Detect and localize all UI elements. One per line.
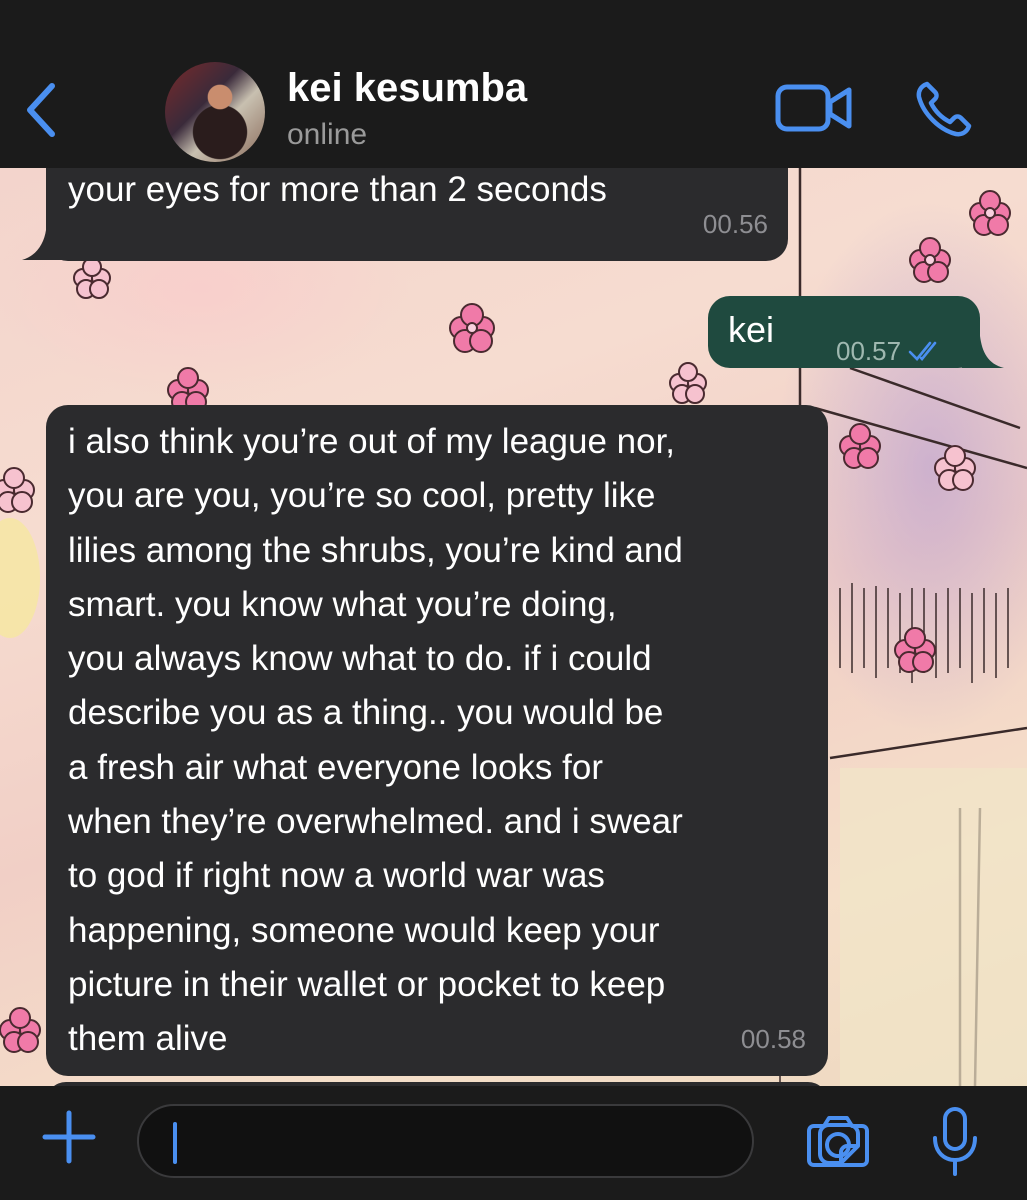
voice-call-button[interactable] [915, 80, 973, 138]
camera-button[interactable] [806, 1114, 870, 1168]
back-button[interactable] [22, 80, 62, 140]
message-text: kei [728, 309, 775, 350]
message-input[interactable] [137, 1104, 860, 1178]
video-camera-icon [775, 84, 852, 132]
video-call-button[interactable] [775, 82, 853, 134]
contact-status: online [287, 118, 368, 151]
message-time: 00.56 [702, 208, 768, 239]
camera-icon [807, 1116, 869, 1167]
message-bubble-incoming[interactable]: i also think you’re out of my league nor… [46, 405, 828, 1076]
bubble-tail [962, 336, 1004, 368]
message-bubble-outgoing[interactable]: kei 00.57 [708, 296, 980, 368]
microphone-icon [933, 1107, 977, 1176]
message-time: 00.58 [740, 1023, 806, 1054]
message-text: i also think you’re out of my league nor… [68, 422, 683, 1059]
message-bubble-incoming[interactable]: your eyes for more than 2 seconds 00.56 [46, 168, 788, 261]
text-caret [173, 1122, 177, 1164]
contact-name[interactable]: kei kesumba [287, 66, 527, 111]
phone-icon [916, 81, 972, 137]
composer-bar [0, 1086, 1027, 1200]
voice-message-button[interactable] [930, 1106, 980, 1178]
double-check-icon [909, 341, 937, 361]
message-time-row: 00.57 [836, 324, 944, 378]
attach-button[interactable] [40, 1108, 98, 1166]
chevron-left-icon [27, 83, 55, 137]
bubble-tail [22, 230, 62, 260]
avatar[interactable] [165, 62, 265, 162]
chat-header: kei kesumba online [0, 0, 1027, 168]
message-time: 00.57 [836, 336, 902, 366]
message-text: your eyes for more than 2 seconds [68, 170, 607, 209]
chat-area[interactable]: your eyes for more than 2 seconds 00.56 … [0, 168, 1027, 1086]
plus-icon [42, 1110, 96, 1164]
